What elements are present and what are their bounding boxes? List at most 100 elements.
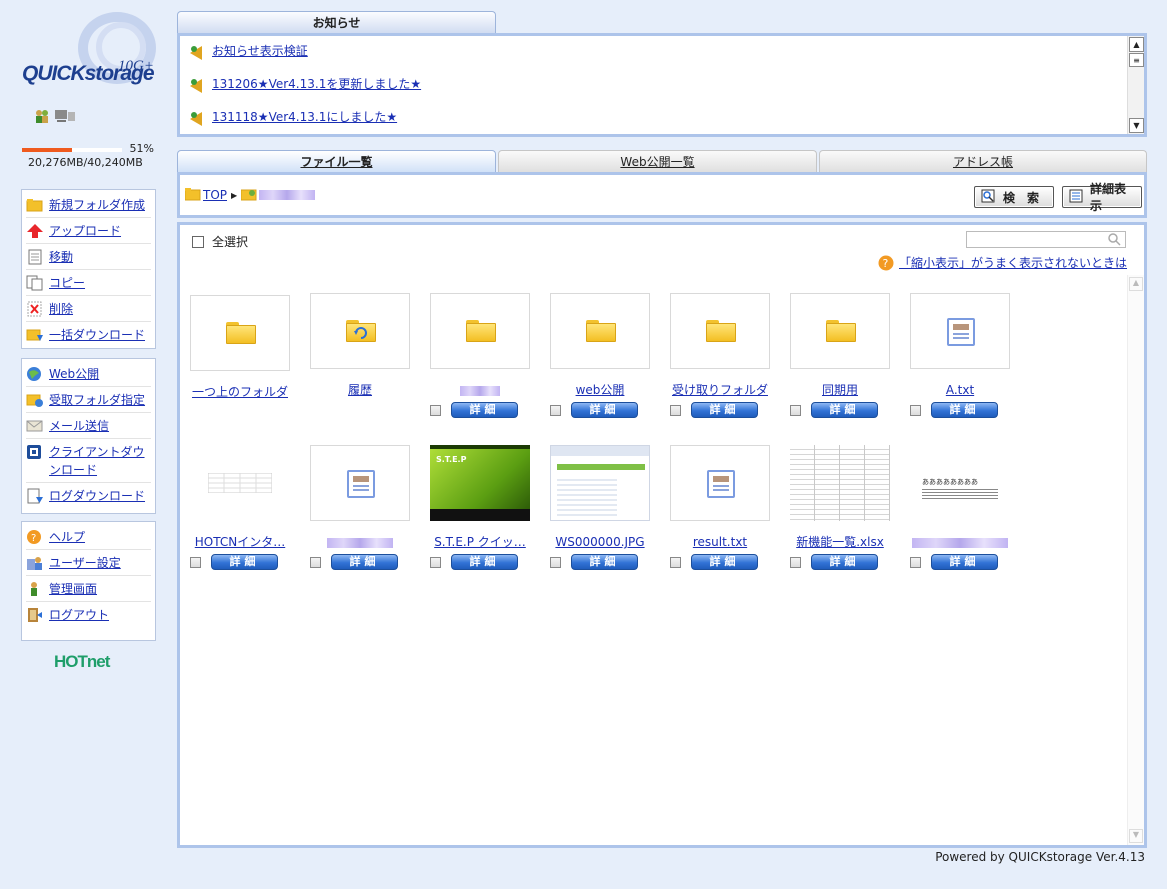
table-preview-thumbnail[interactable] (190, 445, 290, 521)
file-checkbox[interactable] (790, 404, 801, 416)
detail-button[interactable]: 詳細 (691, 554, 758, 570)
folder-thumbnail[interactable] (790, 293, 890, 369)
folder-thumbnail[interactable] (670, 293, 770, 369)
folder-thumbnail[interactable] (550, 293, 650, 369)
menu-web-publish[interactable]: Web公開 (26, 361, 151, 387)
search-button[interactable]: 検 索 (974, 186, 1054, 208)
menu-copy[interactable]: コピー (26, 270, 151, 296)
detail-button[interactable]: 詳細 (691, 402, 758, 418)
file-tile[interactable]: 詳細 (310, 445, 410, 570)
file-tile[interactable]: 詳細 (430, 293, 530, 418)
file-checkbox[interactable] (670, 404, 681, 416)
file-checkbox[interactable] (550, 404, 561, 416)
move-icon (26, 249, 44, 265)
select-all[interactable]: 全選択 (192, 233, 248, 250)
thumbnail-help-link[interactable]: ? 「縮小表示」がうまく表示されないときは (878, 254, 1127, 271)
detail-button[interactable]: 詳細 (331, 554, 398, 570)
menu-client-download[interactable]: クライアントダウンロード (26, 439, 151, 483)
upload-icon (26, 223, 44, 239)
scroll-up-icon[interactable]: ▲ (1129, 37, 1144, 52)
notice-item[interactable]: お知らせ表示検証 (188, 42, 308, 60)
menu-logout[interactable]: ログアウト (26, 602, 151, 627)
notice-item[interactable]: 131118★Ver4.13.1にしました★ (188, 108, 397, 126)
detail-button[interactable]: 詳細 (571, 554, 638, 570)
menu-log-download[interactable]: ログダウンロード (26, 483, 151, 508)
quick-search-input[interactable] (966, 231, 1126, 248)
detail-view-button[interactable]: 詳細表示 (1062, 182, 1142, 213)
file-checkbox[interactable] (430, 556, 441, 568)
file-tile-new-features-xlsx[interactable]: 新機能一覧.xlsx 詳細 (790, 445, 890, 570)
detail-button[interactable]: 詳細 (571, 402, 638, 418)
new-folder-icon (26, 197, 44, 213)
menu-admin[interactable]: 管理画面 (26, 576, 151, 602)
detail-button[interactable]: 詳細 (811, 402, 878, 418)
scroll-down-icon[interactable]: ▼ (1129, 118, 1144, 133)
document-thumbnail[interactable] (910, 293, 1010, 369)
menu-new-folder[interactable]: 新規フォルダ作成 (26, 192, 151, 218)
quickstorage-logo: QUICKstorage 10G+ (18, 12, 168, 102)
notice-scrollbar[interactable]: ▲ ≡ ▼ (1127, 36, 1144, 134)
screenshot-preview-thumbnail[interactable] (550, 445, 650, 521)
menu-user-settings[interactable]: ユーザー設定 (26, 550, 151, 576)
document-thumbnail[interactable] (310, 445, 410, 521)
folder-thumbnail[interactable] (430, 293, 530, 369)
select-all-checkbox[interactable] (192, 235, 204, 248)
tab-file-list[interactable]: ファイル一覧 (177, 150, 496, 173)
breadcrumb-arrow-icon: ▶ (231, 190, 238, 200)
document-thumbnail[interactable] (670, 445, 770, 521)
folder-icon (226, 322, 256, 344)
detail-button[interactable]: 詳細 (451, 554, 518, 570)
detail-button[interactable]: 詳細 (211, 554, 278, 570)
file-tile-history[interactable]: 履歴 (310, 293, 410, 398)
preview-text: ああああああああ (922, 478, 978, 486)
file-checkbox[interactable] (190, 556, 201, 568)
file-tile-web-publish[interactable]: web公開 詳細 (550, 293, 650, 418)
file-checkbox[interactable] (790, 556, 801, 568)
sheet-preview-thumbnail[interactable] (790, 445, 890, 521)
file-checkbox[interactable] (910, 404, 921, 416)
scroll-down-icon[interactable]: ▼ (1129, 829, 1143, 843)
hotnet-logo: HOTnet (54, 652, 110, 671)
menu-help[interactable]: ? ヘルプ (26, 524, 151, 550)
folder-icon (826, 320, 856, 342)
menu-upload[interactable]: アップロード (26, 218, 151, 244)
menu-bulk-download[interactable]: 一括ダウンロード (26, 322, 151, 347)
file-tile-parent-folder[interactable]: 一つ上のフォルダ (190, 295, 290, 400)
folder-thumbnail[interactable] (190, 295, 290, 371)
file-tile-sync[interactable]: 同期用 詳細 (790, 293, 890, 418)
menu-receive-folder[interactable]: 受取フォルダ指定 (26, 387, 151, 413)
file-checkbox[interactable] (910, 556, 921, 568)
file-tile-hotcn[interactable]: HOTCNインタ… 詳細 (190, 445, 290, 570)
tab-address-book[interactable]: アドレス帳 (819, 150, 1147, 173)
scroll-up-icon[interactable]: ▲ (1129, 277, 1143, 291)
file-checkbox[interactable] (430, 404, 441, 416)
file-tile-ws000000[interactable]: WS000000.JPG 詳細 (550, 445, 650, 570)
file-checkbox[interactable] (550, 556, 561, 568)
notice-item[interactable]: 131206★Ver4.13.1を更新しました★ (188, 75, 421, 93)
detail-button[interactable]: 詳細 (931, 554, 998, 570)
detail-button[interactable]: 詳細 (451, 402, 518, 418)
breadcrumb-current-folder[interactable] (259, 190, 316, 200)
menu-send-mail[interactable]: メール送信 (26, 413, 151, 439)
file-grid-scrollbar[interactable]: ▲ ▼ (1127, 275, 1144, 845)
scroll-thumb[interactable]: ≡ (1129, 53, 1144, 67)
menu-move[interactable]: 移動 (26, 244, 151, 270)
menu-delete[interactable]: 削除 (26, 296, 151, 322)
file-name-redacted[interactable] (327, 537, 393, 548)
detail-button[interactable]: 詳細 (931, 402, 998, 418)
folder-thumbnail[interactable] (310, 293, 410, 369)
file-tile-a-txt[interactable]: A.txt 詳細 (910, 293, 1010, 418)
tab-web-publish-list[interactable]: Web公開一覧 (498, 150, 817, 173)
file-checkbox[interactable] (310, 556, 321, 568)
file-tile-step[interactable]: S.T.E.P S.T.E.P クイッ… 詳細 (430, 445, 530, 570)
breadcrumb-top[interactable]: TOP (203, 188, 227, 202)
file-name-redacted[interactable] (460, 385, 500, 396)
text-preview-thumbnail[interactable]: ああああああああ (910, 445, 1010, 521)
file-tile-receive-folder[interactable]: 受け取りフォルダ 詳細 (670, 293, 770, 418)
file-name-redacted[interactable] (912, 537, 1008, 548)
file-tile[interactable]: ああああああああ 詳細 (910, 445, 1010, 570)
step-preview-thumbnail[interactable]: S.T.E.P (430, 445, 530, 521)
file-tile-result-txt[interactable]: result.txt 詳細 (670, 445, 770, 570)
detail-button[interactable]: 詳細 (811, 554, 878, 570)
file-checkbox[interactable] (670, 556, 681, 568)
